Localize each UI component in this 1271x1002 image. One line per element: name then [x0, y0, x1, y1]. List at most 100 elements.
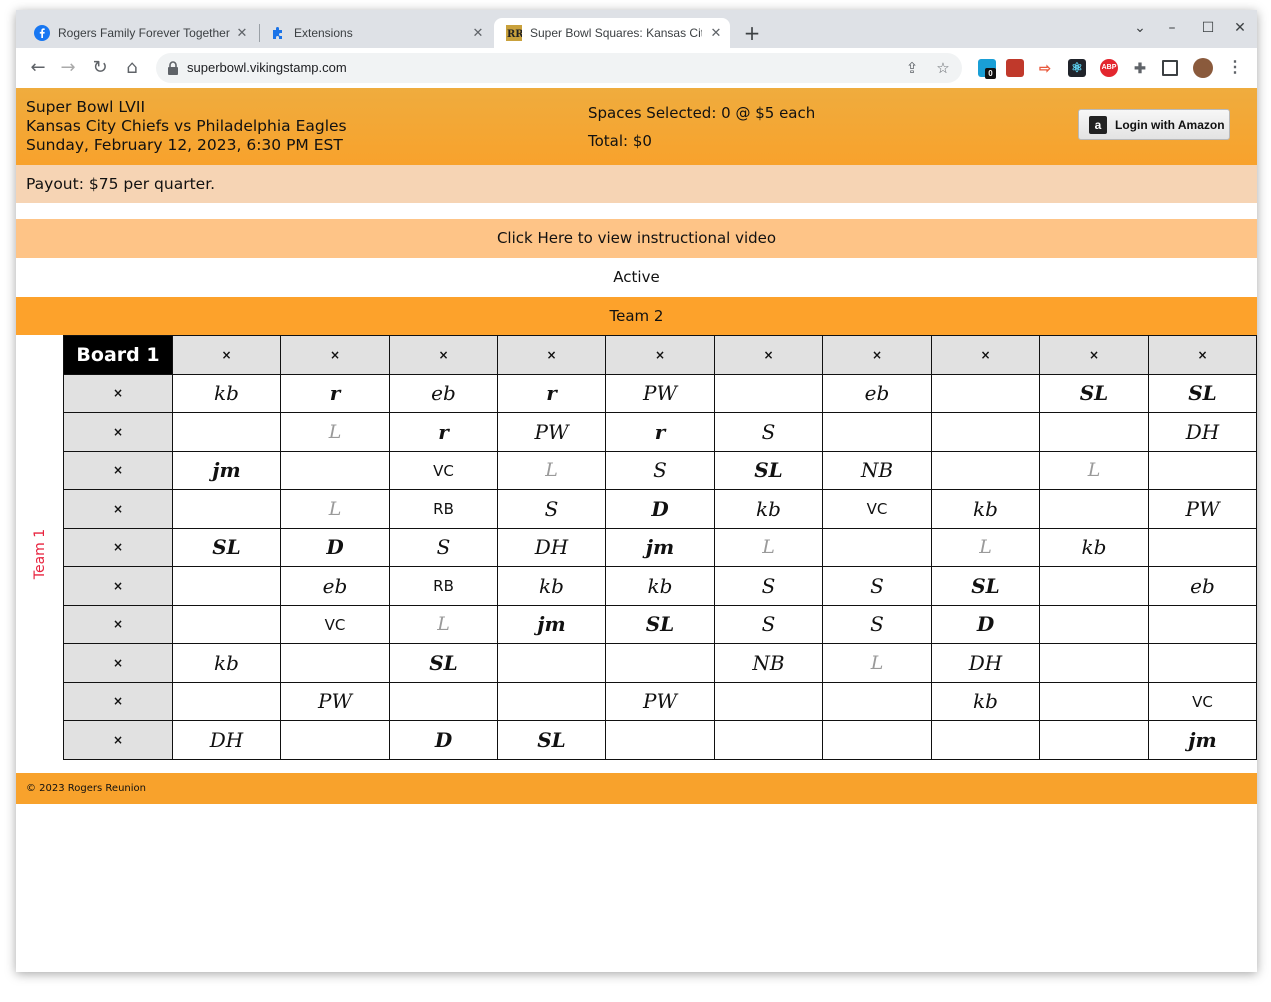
board-square[interactable]: eb [280, 566, 390, 606]
board-square[interactable] [1148, 527, 1257, 567]
board-square[interactable] [822, 720, 932, 760]
tab-search-icon[interactable]: ⌄ [1130, 20, 1150, 36]
board-square[interactable] [389, 681, 498, 721]
board-square[interactable] [931, 373, 1040, 413]
board-square[interactable]: DH [172, 720, 281, 760]
board-square[interactable]: SL [172, 527, 281, 567]
board-square[interactable]: DH [931, 643, 1040, 683]
profile-avatar[interactable] [1193, 58, 1213, 78]
board-square[interactable]: L [1039, 450, 1149, 490]
board-square[interactable] [931, 412, 1040, 452]
board-square[interactable]: VC [822, 489, 932, 529]
board-square[interactable] [714, 373, 823, 413]
new-tab-icon[interactable]: + [741, 22, 763, 44]
tab-facebook[interactable]: Rogers Family Forever Together ✕ [16, 18, 256, 48]
board-square[interactable]: r [605, 412, 715, 452]
board-square[interactable] [1039, 489, 1149, 529]
board-square[interactable]: eb [822, 373, 932, 413]
forward-icon[interactable]: → [56, 56, 80, 80]
board-square[interactable]: PW [605, 681, 715, 721]
board-square[interactable]: L [280, 489, 390, 529]
adblock-plus-icon[interactable]: ABP [1100, 59, 1118, 77]
board-square[interactable]: RB [389, 489, 498, 529]
board-square[interactable]: jm [497, 604, 606, 644]
board-square[interactable]: L [822, 643, 932, 683]
board-square[interactable] [172, 681, 281, 721]
board-square[interactable] [280, 643, 390, 683]
board-square[interactable]: S [605, 450, 715, 490]
tab-extensions[interactable]: Extensions ✕ [252, 18, 492, 48]
home-icon[interactable]: ⌂ [120, 56, 144, 80]
board-square[interactable]: SL [931, 566, 1040, 606]
board-square[interactable]: SL [1148, 373, 1257, 413]
board-square[interactable]: eb [389, 373, 498, 413]
board-square[interactable] [605, 720, 715, 760]
board-square[interactable]: jm [172, 450, 281, 490]
board-square[interactable]: S [822, 566, 932, 606]
board-square[interactable]: L [931, 527, 1040, 567]
board-square[interactable] [172, 566, 281, 606]
board-square[interactable]: eb [1148, 566, 1257, 606]
board-square[interactable]: DH [497, 527, 606, 567]
board-square[interactable] [1039, 643, 1149, 683]
board-square[interactable] [822, 527, 932, 567]
tab-close-icon[interactable]: ✕ [234, 25, 250, 41]
maximize-icon[interactable]: ☐ [1198, 20, 1218, 36]
board-square[interactable]: NB [714, 643, 823, 683]
board-square[interactable] [1148, 450, 1257, 490]
board-square[interactable]: RB [389, 566, 498, 606]
board-square[interactable]: kb [1039, 527, 1149, 567]
minimize-icon[interactable]: – [1162, 20, 1182, 36]
board-square[interactable]: kb [172, 373, 281, 413]
bookmark-star-icon[interactable]: ☆ [933, 58, 953, 78]
ghost-extension-icon[interactable]: 0 [978, 59, 996, 79]
share-icon[interactable]: ⇪ [902, 58, 922, 78]
board-square[interactable]: kb [714, 489, 823, 529]
board-square[interactable] [1039, 681, 1149, 721]
board-square[interactable] [1039, 566, 1149, 606]
board-square[interactable]: DH [1148, 412, 1257, 452]
board-square[interactable] [822, 681, 932, 721]
board-square[interactable] [172, 412, 281, 452]
reload-icon[interactable]: ↻ [88, 56, 112, 80]
board-square[interactable] [714, 681, 823, 721]
board-square[interactable]: VC [280, 604, 390, 644]
board-square[interactable]: PW [1148, 489, 1257, 529]
board-square[interactable] [280, 450, 390, 490]
arrow-extension-icon[interactable]: ⇨ [1036, 59, 1054, 77]
board-square[interactable]: kb [172, 643, 281, 683]
board-square[interactable]: L [714, 527, 823, 567]
board-square[interactable]: S [389, 527, 498, 567]
board-square[interactable]: jm [605, 527, 715, 567]
board-square[interactable]: SL [497, 720, 606, 760]
instructional-video-link[interactable]: Click Here to view instructional video [16, 219, 1257, 258]
board-square[interactable] [1039, 604, 1149, 644]
board-square[interactable] [1148, 604, 1257, 644]
board-square[interactable]: S [497, 489, 606, 529]
board-square[interactable]: kb [931, 681, 1040, 721]
board-square[interactable]: L [497, 450, 606, 490]
board-square[interactable]: kb [605, 566, 715, 606]
board-square[interactable]: SL [1039, 373, 1149, 413]
board-square[interactable] [172, 489, 281, 529]
board-square[interactable]: r [280, 373, 390, 413]
board-square[interactable] [822, 412, 932, 452]
board-square[interactable]: SL [605, 604, 715, 644]
side-panel-icon[interactable] [1162, 60, 1178, 76]
board-square[interactable]: PW [605, 373, 715, 413]
react-devtools-icon[interactable]: ⚛ [1068, 59, 1086, 77]
board-square[interactable]: D [605, 489, 715, 529]
tab-super-bowl-squares[interactable]: RR Super Bowl Squares: Kansas City ✕ [494, 18, 730, 48]
menu-kebab-icon[interactable]: ⋮ [1226, 59, 1244, 77]
board-square[interactable]: L [280, 412, 390, 452]
board-square[interactable] [931, 450, 1040, 490]
board-square[interactable]: VC [1148, 681, 1257, 721]
address-bar[interactable]: superbowl.vikingstamp.com ⇪ ☆ [156, 53, 962, 83]
board-square[interactable]: S [714, 566, 823, 606]
board-square[interactable]: D [280, 527, 390, 567]
board-square[interactable]: D [389, 720, 498, 760]
extensions-puzzle-icon[interactable]: ✚ [1131, 59, 1149, 77]
board-square[interactable] [714, 720, 823, 760]
board-square[interactable] [172, 604, 281, 644]
board-square[interactable] [497, 643, 606, 683]
